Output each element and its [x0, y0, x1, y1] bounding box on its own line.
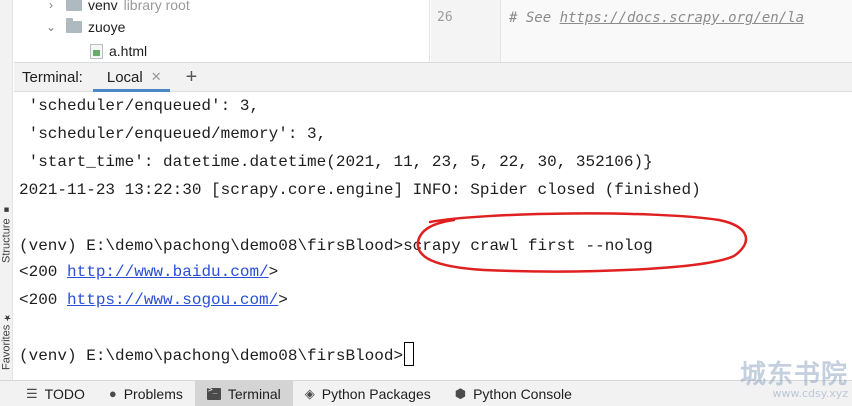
favorites-tool-button[interactable]: Favorites ★: [0, 290, 13, 370]
response-suffix: >: [278, 291, 288, 309]
left-tool-strip: Structure ■ Favorites ★: [0, 0, 13, 380]
folder-icon: [66, 18, 82, 33]
chevron-right-icon[interactable]: ›: [44, 0, 58, 12]
terminal-prompt-line[interactable]: (venv) E:\demo\pachong\demo08\firsBlood>: [19, 342, 415, 370]
tab-local-label: Local: [106, 68, 143, 86]
terminal-tab[interactable]: Terminal: [194, 380, 293, 406]
todo-tab[interactable]: ☰ TODO: [14, 381, 97, 406]
response-suffix: >: [268, 263, 279, 281]
response-status: <200: [19, 263, 68, 281]
terminal-line: 2021-11-23 13:22:30 [scrapy.core.engine]…: [19, 181, 701, 199]
structure-tool-button[interactable]: Structure ■: [0, 183, 13, 263]
list-icon: ☰: [26, 385, 38, 401]
project-tree: › venv library root ⌄ zuoye a.html: [14, 0, 430, 62]
structure-icon: ■: [1, 205, 12, 216]
line-gutter: 26: [431, 0, 501, 62]
terminal-line: 'start_time': datetime.datetime(2021, 11…: [19, 153, 653, 171]
packages-icon: ◈: [304, 385, 315, 401]
tree-item-hint: library root: [123, 0, 190, 13]
problems-label: Problems: [123, 385, 183, 402]
python-console-tab[interactable]: ⬢ Python Console: [443, 381, 584, 406]
tree-item-label: a.html: [109, 43, 148, 59]
add-tab-icon[interactable]: +: [186, 67, 198, 87]
comment-prefix: # See: [509, 10, 560, 26]
response-url-link[interactable]: https://www.sogou.com/: [67, 291, 278, 309]
tree-item-label: venv: [88, 0, 118, 13]
terminal-line: 'scheduler/enqueued/memory': 3,: [19, 125, 327, 143]
terminal-title: Terminal:: [22, 68, 83, 86]
tree-item-venv[interactable]: › venv library root: [44, 0, 190, 16]
python-packages-tab[interactable]: ◈ Python Packages: [293, 381, 443, 406]
terminal-output[interactable]: 'scheduler/enqueued': 3, 'scheduler/enqu…: [14, 92, 852, 380]
folder-icon: [66, 0, 82, 11]
comment-link[interactable]: https://docs.scrapy.org/en/la: [560, 10, 804, 26]
terminal-header: Terminal: Local ✕ +: [14, 62, 852, 92]
code-line[interactable]: # See https://docs.scrapy.org/en/la: [509, 10, 804, 26]
star-icon: ★: [1, 311, 12, 322]
close-icon[interactable]: ✕: [151, 69, 162, 85]
terminal-line: 'scheduler/enqueued': 3,: [19, 97, 260, 115]
terminal-prompt: (venv) E:\demo\pachong\demo08\firsBlood>: [19, 347, 404, 365]
terminal-tab-label: Terminal: [227, 385, 281, 402]
terminal-icon: [206, 385, 221, 400]
response-url-link[interactable]: http://www.baidu.com/: [67, 263, 269, 281]
chevron-down-icon[interactable]: ⌄: [44, 20, 58, 34]
problems-tab[interactable]: ● Problems: [97, 381, 195, 406]
tree-item-label: zuoye: [88, 19, 126, 35]
tab-local[interactable]: Local ✕: [92, 63, 170, 92]
terminal-response-line: <200 https://www.sogou.com/>: [19, 286, 288, 314]
line-number: 26: [437, 10, 453, 25]
editor-pane[interactable]: 26 # See https://docs.scrapy.org/en/la: [431, 0, 852, 62]
problems-icon: ●: [108, 386, 117, 401]
python-packages-label: Python Packages: [321, 385, 431, 402]
terminal-command-line: (venv) E:\demo\pachong\demo08\firsBlood>…: [19, 237, 653, 255]
structure-label: Structure: [0, 218, 13, 263]
tree-item-a-html[interactable]: a.html: [90, 40, 147, 62]
favorites-label: Favorites: [0, 324, 13, 370]
tree-item-zuoye[interactable]: ⌄ zuoye: [44, 16, 125, 38]
python-console-icon: ⬢: [454, 385, 467, 401]
terminal-response-line: <200 http://www.baidu.com/>: [19, 258, 278, 286]
text-cursor: [404, 342, 415, 366]
response-status: <200: [19, 291, 68, 309]
bottom-tool-bar: ☰ TODO ● Problems Terminal ◈ Python Pack…: [0, 380, 852, 406]
html-file-icon: [90, 43, 103, 59]
python-console-label: Python Console: [473, 385, 572, 402]
todo-label: TODO: [44, 385, 85, 402]
